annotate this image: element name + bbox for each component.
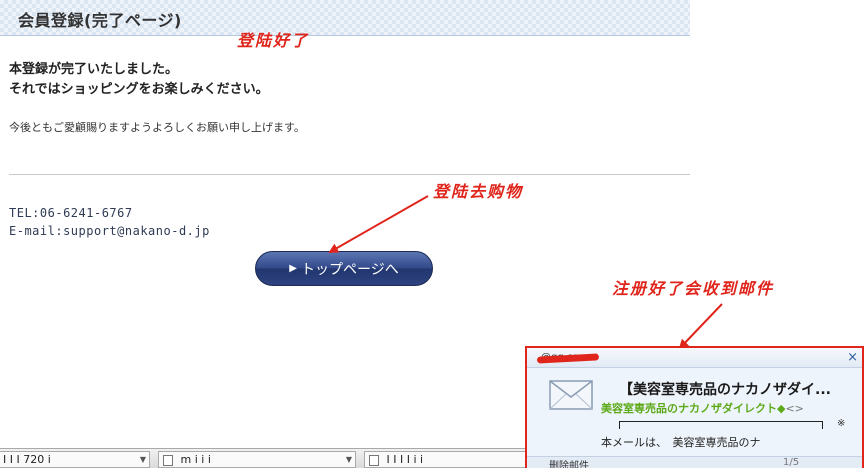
document-icon [369,454,379,466]
annotation-mail-received: 注册好了会收到邮件 [612,279,775,298]
completion-message: 本登録が完了いたしました。 [9,62,179,77]
mail-from: 美容室専売品のナカノザダイレクト◆<> [601,400,804,416]
envelope-icon [549,380,593,410]
mail-preview: 本メールは、 美容室専売品のナ [601,436,761,449]
annotation-login-done: 登陆好了 [237,31,310,50]
thanks-text: 今後ともご愛顧賜りますようよろしくお願い申し上げます。 [9,121,305,134]
contact-email: E-mail:support@nakano-d.jp [9,224,210,238]
divider [9,174,690,175]
taskbar-item[interactable]: I I I 720 i ▼ [0,451,150,468]
play-triangle-icon: ▶ [289,263,297,274]
mail-pager: 1/5 [783,457,800,468]
chevron-down-icon[interactable]: ▼ [346,452,352,467]
page-title: 会員登録(完了ページ) [18,11,182,30]
annotation-go-shopping: 登陆去购物 [433,182,524,201]
mail-subject[interactable]: 【美容室専売品のナカノザダイ... [619,379,831,399]
top-page-button[interactable]: ▶ トップページへ [255,251,433,286]
mail-notification[interactable]: @qq.com × 【美容室専売品のナカノザダイ... 美容室専売品のナカノザダ… [525,346,864,468]
taskbar-item-label: I I I I i i [386,453,424,466]
taskbar-item-label: m i i i [180,453,211,466]
taskbar-item[interactable]: m i i i ▼ [158,451,356,468]
document-icon [163,454,173,466]
contact-tel: TEL:06-6241-6767 [9,206,133,220]
from-address: <> [785,402,804,415]
arrow-to-button [328,195,429,253]
top-page-button-label: トップページへ [300,261,399,278]
close-icon[interactable]: × [847,350,858,365]
note-mark: ※ [837,418,846,429]
arrow-to-notification [678,303,723,350]
from-name: 美容室専売品のナカノザダイレクト◆ [601,402,786,415]
taskbar-item[interactable]: I I I I i i [364,451,526,468]
page-header: 会員登録(完了ページ) [0,0,690,36]
delete-mail-link[interactable]: 删除邮件 [549,457,589,468]
notification-header: @qq.com × [527,348,862,368]
shopping-message: それではショッピングをお楽しみください。 [9,82,269,97]
notification-actions: 删除邮件 1/5 [527,456,862,468]
preview-bracket [619,421,823,429]
chevron-down-icon[interactable]: ▼ [140,452,146,467]
taskbar-item-label: I I I 720 i [3,453,51,466]
